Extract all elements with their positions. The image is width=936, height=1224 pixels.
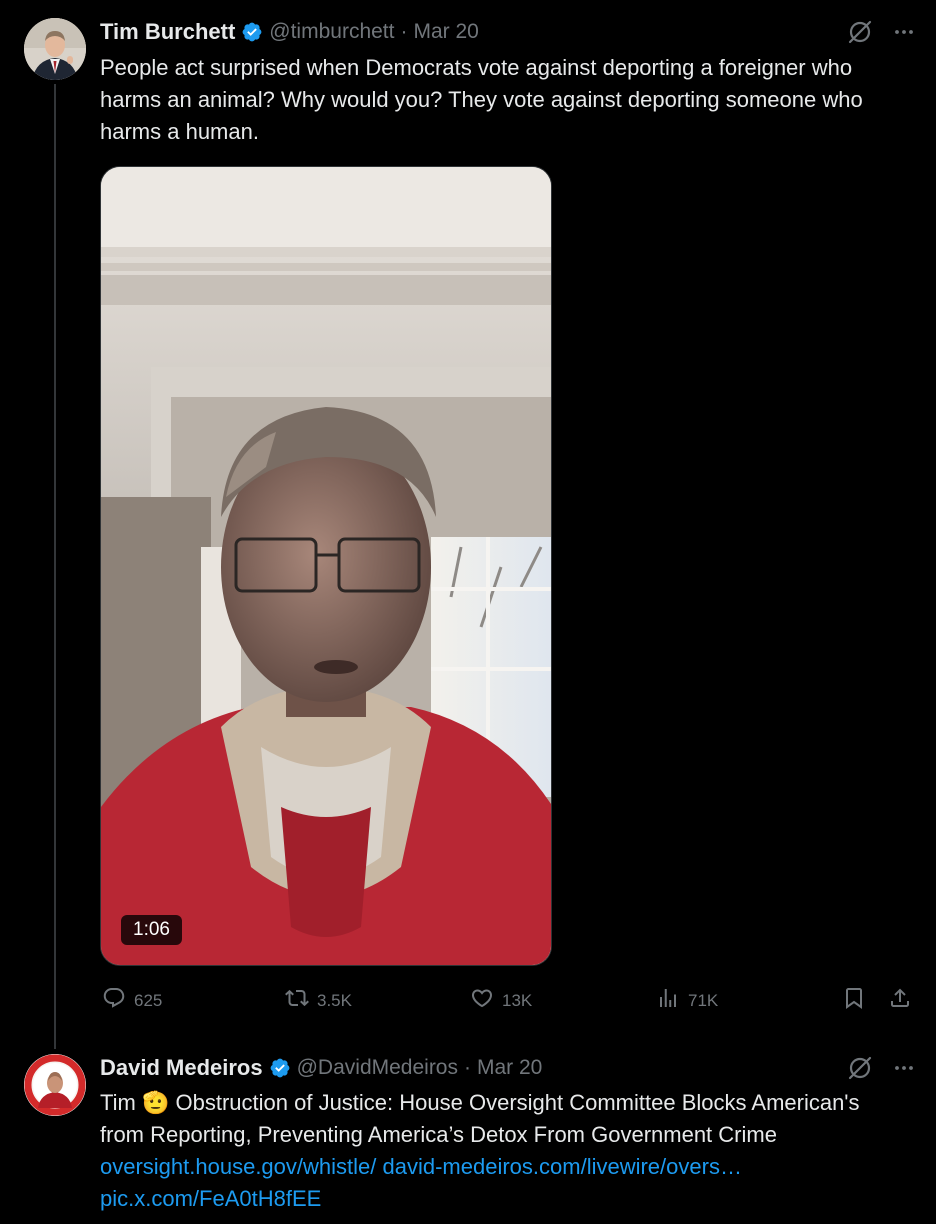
- retweet-button[interactable]: 3.5K: [285, 986, 352, 1015]
- reply-icon: [102, 986, 126, 1015]
- tweet-date[interactable]: Mar 20: [477, 1056, 542, 1080]
- bookmark-icon: [842, 986, 866, 1015]
- avatar-david-medeiros[interactable]: [24, 1054, 86, 1116]
- share-button[interactable]: [888, 986, 912, 1015]
- tweet-header: Tim Burchett @timburchett · Mar 20: [100, 17, 916, 47]
- separator-dot: ·: [400, 20, 408, 43]
- verified-badge-icon: [269, 1057, 291, 1079]
- views-count: 71K: [688, 990, 719, 1010]
- more-icon[interactable]: [892, 1056, 916, 1080]
- separator-dot: ·: [464, 1056, 471, 1079]
- video-frame: [101, 167, 551, 965]
- reply-count: 625: [134, 990, 163, 1010]
- retweet-count: 3.5K: [317, 990, 352, 1010]
- salute-emoji: 🫡: [141, 1090, 170, 1115]
- retweet-icon: [285, 986, 309, 1015]
- like-count: 13K: [502, 990, 533, 1010]
- like-icon: [470, 986, 494, 1015]
- tweet-video[interactable]: 1:06: [100, 166, 552, 966]
- reply-button[interactable]: 625: [102, 986, 162, 1015]
- avatar-tim-burchett[interactable]: [24, 18, 86, 80]
- author-handle[interactable]: @DavidMedeiros: [297, 1056, 458, 1080]
- verified-badge-icon: [241, 21, 263, 43]
- share-icon: [888, 986, 912, 1015]
- author-name[interactable]: Tim Burchett: [100, 19, 235, 45]
- tweet-date[interactable]: Mar 20: [413, 20, 478, 44]
- tweet-text-body: Obstruction of Justice: House Oversight …: [100, 1090, 860, 1147]
- bookmark-button[interactable]: [842, 986, 866, 1015]
- more-icon[interactable]: [892, 20, 916, 44]
- author-handle[interactable]: @timburchett: [269, 20, 394, 44]
- tweet-text-start: Tim: [100, 1090, 136, 1115]
- tweet-text: People act surprised when Democrats vote…: [100, 55, 863, 144]
- video-duration: 1:06: [121, 915, 182, 945]
- link-oversight[interactable]: oversight.house.gov/whistle/: [100, 1154, 376, 1179]
- timeline: Tim Burchett @timburchett · Mar 20 Peopl…: [0, 0, 936, 1224]
- tweet-text: Tim 🫡 Obstruction of Justice: House Over…: [100, 1087, 900, 1215]
- views-icon: [656, 986, 680, 1015]
- grok-icon[interactable]: [846, 1054, 874, 1082]
- thread-connector: [54, 84, 56, 1049]
- like-button[interactable]: 13K: [470, 986, 532, 1015]
- tweet-header: David Medeiros @DavidMedeiros · Mar 20: [100, 1053, 916, 1083]
- views-button[interactable]: 71K: [656, 986, 718, 1015]
- author-name[interactable]: David Medeiros: [100, 1055, 263, 1081]
- link-livewire[interactable]: david-medeiros.com/livewire/overs…: [383, 1154, 742, 1179]
- link-pic[interactable]: pic.x.com/FeA0tH8fEE: [100, 1186, 321, 1211]
- grok-icon[interactable]: [846, 18, 874, 46]
